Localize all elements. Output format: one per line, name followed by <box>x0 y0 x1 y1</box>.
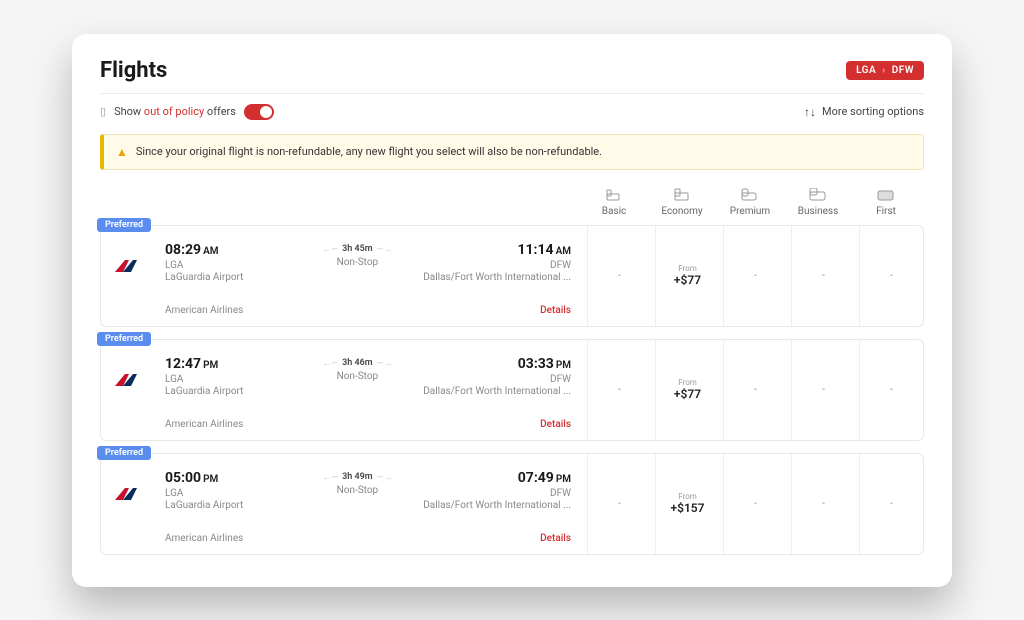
sort-button[interactable]: ↑↓ More sorting options <box>804 105 924 119</box>
arrival-segment: 03:33PM DFW Dallas/Fort Worth Internatio… <box>422 356 571 397</box>
flight-card[interactable]: Preferred 08:29AM LGA LaGuardia Airport … <box>100 225 924 327</box>
fare-col-premium: Premium <box>718 188 782 217</box>
details-link[interactable]: Details <box>422 305 571 316</box>
details-link[interactable]: Details <box>422 419 571 430</box>
details-link[interactable]: Details <box>422 533 571 544</box>
duration: 3h 45m <box>342 244 373 254</box>
route-badge: LGA › DFW <box>846 61 924 80</box>
duration: 3h 46m <box>342 358 373 368</box>
airline-logo-icon <box>113 370 141 390</box>
departure-code: LGA <box>165 374 292 385</box>
filter-icon: ▯ <box>100 105 106 118</box>
price-basic[interactable]: - <box>587 454 651 554</box>
arrival-time: 07:49PM <box>422 470 571 486</box>
arrival-airport: Dallas/Fort Worth International ... <box>422 272 571 283</box>
seat-business-icon <box>809 188 827 202</box>
arrival-code: DFW <box>422 374 571 385</box>
airline-name: American Airlines <box>165 305 292 316</box>
price-economy[interactable]: From +$157 <box>655 454 719 554</box>
departure-airport: LaGuardia Airport <box>165 272 292 283</box>
flight-card[interactable]: Preferred 05:00PM LGA LaGuardia Airport … <box>100 453 924 555</box>
departure-segment: 12:47PM LGA LaGuardia Airport <box>165 356 292 397</box>
departure-segment: 05:00PM LGA LaGuardia Airport <box>165 470 292 511</box>
airline-logo-icon <box>113 484 141 504</box>
departure-segment: 08:29AM LGA LaGuardia Airport <box>165 242 292 283</box>
departure-time: 12:47PM <box>165 356 292 372</box>
preferred-badge: Preferred <box>97 218 151 232</box>
sort-label: More sorting options <box>822 105 924 118</box>
price-premium[interactable]: - <box>723 340 787 440</box>
page-title: Flights <box>100 58 167 83</box>
price-business[interactable]: - <box>791 340 855 440</box>
route-from: LGA <box>856 65 876 76</box>
flight-info: 12:47PM LGA LaGuardia Airport ←—3h 46m—→… <box>101 340 583 440</box>
preferred-badge: Preferred <box>97 446 151 460</box>
seat-premium-icon <box>741 188 759 202</box>
warning-icon: ▲ <box>116 145 128 159</box>
alert-message: Since your original flight is non-refund… <box>136 145 602 158</box>
price-first[interactable]: - <box>859 226 923 326</box>
policy-toggle-group: ▯ Show out of policy offers <box>100 104 274 120</box>
route-to: DFW <box>892 65 914 76</box>
non-refundable-alert: ▲ Since your original flight is non-refu… <box>100 134 924 170</box>
price-first[interactable]: - <box>859 454 923 554</box>
header: Flights LGA › DFW <box>100 58 924 94</box>
airline-name: American Airlines <box>165 419 292 430</box>
price-business[interactable]: - <box>791 454 855 554</box>
arrival-time: 03:33PM <box>422 356 571 372</box>
flight-info: 08:29AM LGA LaGuardia Airport ←—3h 45m—→… <box>101 226 583 326</box>
seat-first-icon <box>877 188 895 202</box>
departure-time: 05:00PM <box>165 470 292 486</box>
stops: Non-Stop <box>304 257 410 268</box>
price-premium[interactable]: - <box>723 226 787 326</box>
departure-time: 08:29AM <box>165 242 292 258</box>
fare-col-first: First <box>854 188 918 217</box>
stops: Non-Stop <box>304 371 410 382</box>
flight-middle: ←—3h 46m—→ Non-Stop <box>304 358 410 382</box>
price-premium[interactable]: - <box>723 454 787 554</box>
price-basic[interactable]: - <box>587 340 651 440</box>
out-of-policy-toggle[interactable] <box>244 104 274 120</box>
duration: 3h 49m <box>342 472 373 482</box>
arrival-airport: Dallas/Fort Worth International ... <box>422 386 571 397</box>
sort-icon: ↑↓ <box>804 105 816 119</box>
price-first[interactable]: - <box>859 340 923 440</box>
fare-col-economy: Economy <box>650 188 714 217</box>
price-economy[interactable]: From +$77 <box>655 226 719 326</box>
stops: Non-Stop <box>304 485 410 496</box>
arrival-airport: Dallas/Fort Worth International ... <box>422 500 571 511</box>
flight-middle: ←—3h 49m—→ Non-Stop <box>304 472 410 496</box>
flights-list: Preferred 08:29AM LGA LaGuardia Airport … <box>100 225 924 555</box>
price-business[interactable]: - <box>791 226 855 326</box>
airline-logo-icon <box>113 256 141 276</box>
controls-row: ▯ Show out of policy offers ↑↓ More sort… <box>100 94 924 134</box>
arrival-code: DFW <box>422 260 571 271</box>
arrival-code: DFW <box>422 488 571 499</box>
departure-airport: LaGuardia Airport <box>165 500 292 511</box>
departure-airport: LaGuardia Airport <box>165 386 292 397</box>
price-basic[interactable]: - <box>587 226 651 326</box>
fare-class-header: Basic Economy Premium Business First <box>100 188 924 225</box>
toggle-label: Show out of policy offers <box>114 105 236 118</box>
flight-middle: ←—3h 45m—→ Non-Stop <box>304 244 410 268</box>
fare-col-basic: Basic <box>582 188 646 217</box>
arrival-segment: 11:14AM DFW Dallas/Fort Worth Internatio… <box>422 242 571 283</box>
airline-name: American Airlines <box>165 533 292 544</box>
flight-info: 05:00PM LGA LaGuardia Airport ←—3h 49m—→… <box>101 454 583 554</box>
fare-col-business: Business <box>786 188 850 217</box>
departure-code: LGA <box>165 260 292 271</box>
arrival-segment: 07:49PM DFW Dallas/Fort Worth Internatio… <box>422 470 571 511</box>
chevron-right-icon: › <box>882 65 886 76</box>
arrival-time: 11:14AM <box>422 242 571 258</box>
preferred-badge: Preferred <box>97 332 151 346</box>
departure-code: LGA <box>165 488 292 499</box>
flights-panel: Flights LGA › DFW ▯ Show out of policy o… <box>72 34 952 587</box>
price-economy[interactable]: From +$77 <box>655 340 719 440</box>
seat-basic-icon <box>605 188 623 202</box>
seat-economy-icon <box>673 188 691 202</box>
flight-card[interactable]: Preferred 12:47PM LGA LaGuardia Airport … <box>100 339 924 441</box>
